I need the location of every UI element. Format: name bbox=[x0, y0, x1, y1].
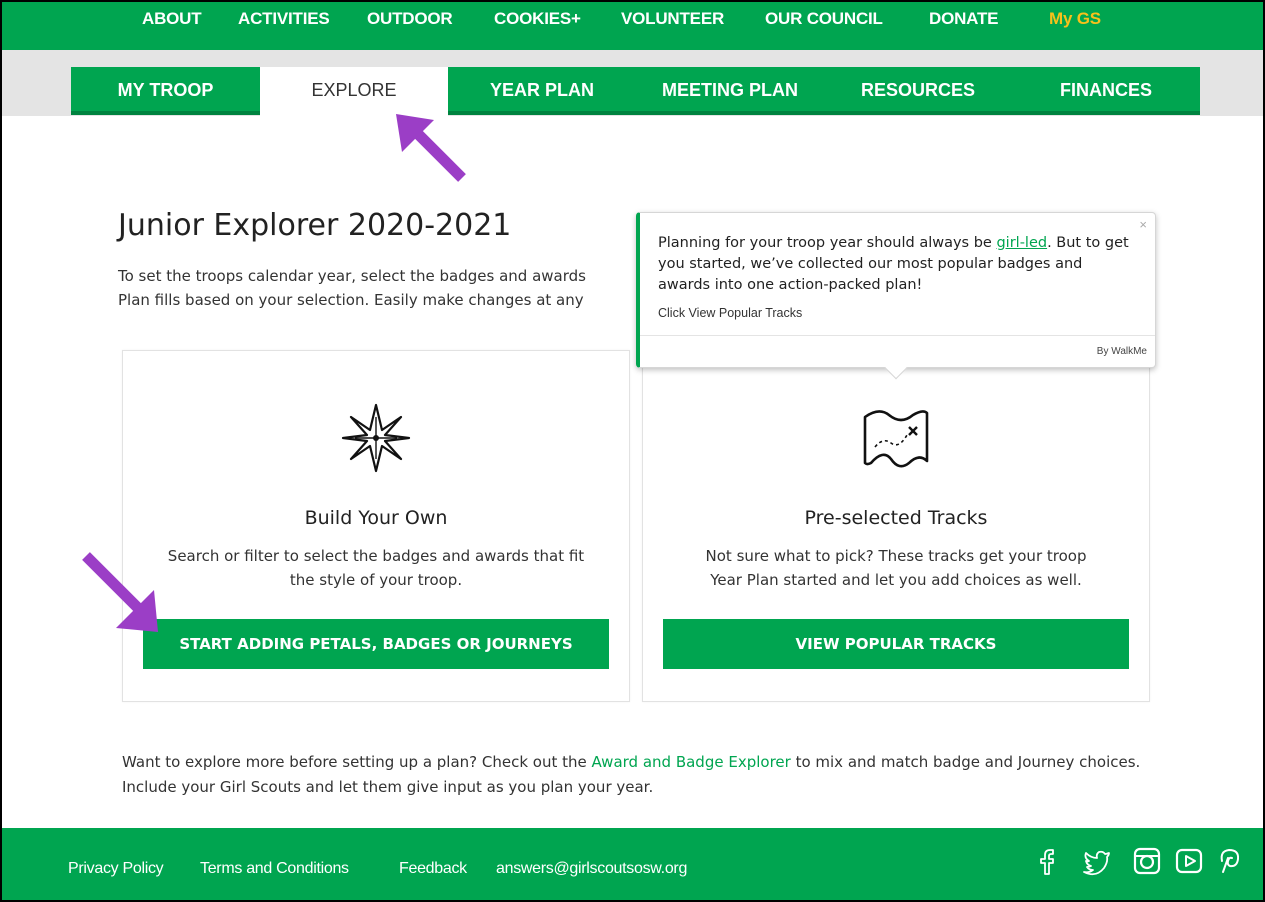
tab-meeting-plan[interactable]: MEETING PLAN bbox=[636, 67, 824, 115]
tooltip-text-start: Planning for your troop year should alwa… bbox=[658, 235, 997, 251]
award-badge-explorer-link[interactable]: Award and Badge Explorer bbox=[592, 753, 791, 771]
start-adding-button[interactable]: START ADDING PETALS, BADGES OR JOURNEYS bbox=[143, 619, 609, 669]
nav-cookies[interactable]: COOKIES+ bbox=[494, 2, 581, 50]
footer: Privacy Policy Terms and Conditions Feed… bbox=[2, 828, 1263, 900]
privacy-policy-link[interactable]: Privacy Policy bbox=[68, 860, 164, 878]
build-your-own-title: Build Your Own bbox=[304, 507, 448, 529]
tooltip-close-icon[interactable]: × bbox=[1139, 217, 1147, 232]
girl-led-link[interactable]: girl-led bbox=[996, 235, 1047, 251]
build-your-own-description: Search or filter to select the badges an… bbox=[167, 547, 585, 589]
walkme-tooltip: × Planning for your troop year should al… bbox=[636, 212, 1156, 380]
annotation-arrow-start-adding bbox=[82, 552, 158, 632]
nav-outdoor[interactable]: OUTDOOR bbox=[367, 2, 453, 50]
tab-resources[interactable]: RESOURCES bbox=[824, 67, 1012, 115]
feedback-link[interactable]: Feedback bbox=[399, 860, 467, 878]
terms-link[interactable]: Terms and Conditions bbox=[200, 860, 349, 878]
twitter-icon[interactable] bbox=[1082, 846, 1112, 876]
tooltip-message: Planning for your troop year should alwa… bbox=[658, 233, 1138, 296]
tab-year-plan[interactable]: YEAR PLAN bbox=[448, 67, 636, 115]
view-popular-tracks-button[interactable]: VIEW POPULAR TRACKS bbox=[663, 619, 1129, 669]
youtube-icon[interactable] bbox=[1174, 846, 1204, 876]
facebook-icon[interactable] bbox=[1032, 846, 1062, 876]
explore-text-start: Want to explore more before setting up a… bbox=[122, 753, 592, 771]
walkme-byline[interactable]: By WalkMe bbox=[1097, 346, 1147, 357]
tab-finances[interactable]: FINANCES bbox=[1012, 67, 1200, 115]
pre-selected-tracks-title: Pre-selected Tracks bbox=[804, 507, 988, 529]
build-your-own-card: Build Your Own Search or filter to selec… bbox=[122, 350, 630, 702]
nav-volunteer[interactable]: VOLUNTEER bbox=[621, 2, 724, 50]
annotation-arrow-explore bbox=[396, 114, 466, 182]
tab-explore[interactable]: EXPLORE bbox=[260, 67, 448, 117]
page-frame: ABOUT ACTIVITIES OUTDOOR COOKIES+ VOLUNT… bbox=[2, 2, 1263, 900]
nav-our-council[interactable]: OUR COUNCIL bbox=[765, 2, 883, 50]
tooltip-hint: Click View Popular Tracks bbox=[658, 306, 803, 320]
top-navigation: ABOUT ACTIVITIES OUTDOOR COOKIES+ VOLUNT… bbox=[2, 2, 1263, 50]
treasure-map-icon bbox=[863, 410, 929, 468]
pinterest-icon[interactable] bbox=[1214, 846, 1244, 876]
nav-donate[interactable]: DONATE bbox=[929, 2, 999, 50]
page-intro: To set the troops calendar year, select … bbox=[118, 267, 586, 309]
instagram-icon[interactable] bbox=[1132, 846, 1162, 876]
pre-selected-tracks-description: Not sure what to pick? These tracks get … bbox=[705, 547, 1087, 589]
nav-activities[interactable]: ACTIVITIES bbox=[238, 2, 330, 50]
compass-star-icon bbox=[341, 403, 411, 473]
email-link[interactable]: answers@girlscoutsosw.org bbox=[496, 860, 687, 878]
nav-about[interactable]: ABOUT bbox=[142, 2, 202, 50]
explore-more-text: Want to explore more before setting up a… bbox=[122, 750, 1142, 800]
nav-my-gs[interactable]: My GS bbox=[1049, 2, 1101, 50]
page-title: Junior Explorer 2020-2021 bbox=[118, 208, 512, 243]
pre-selected-tracks-card: Pre-selected Tracks Not sure what to pic… bbox=[642, 350, 1150, 702]
tab-my-troop[interactable]: MY TROOP bbox=[71, 67, 260, 115]
